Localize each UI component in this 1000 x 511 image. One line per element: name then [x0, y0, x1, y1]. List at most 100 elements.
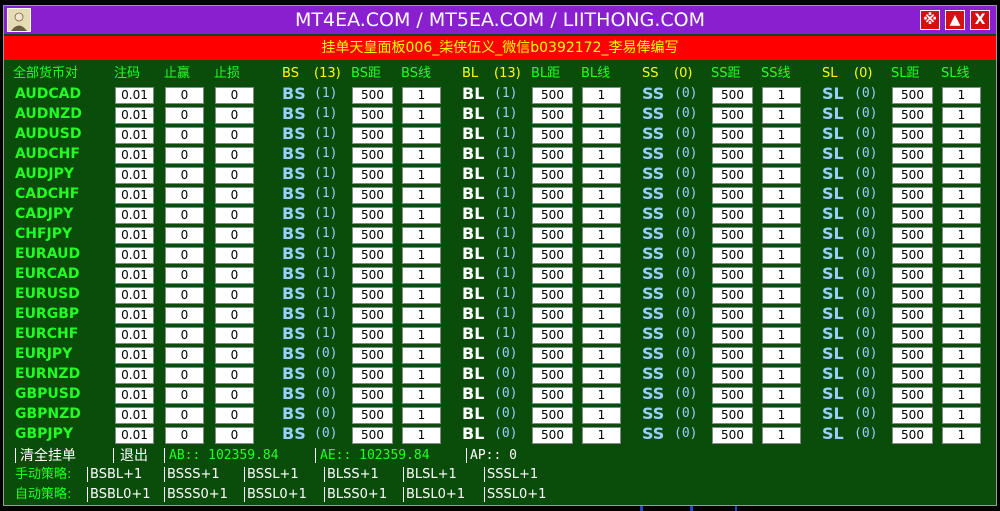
sl-button[interactable]: SL — [822, 206, 844, 222]
bs-button[interactable]: BS — [282, 366, 306, 382]
bs-distance-input[interactable]: 500 — [352, 407, 393, 424]
take-profit-input[interactable]: 0 — [165, 287, 204, 304]
bl-button[interactable]: BL — [462, 166, 484, 182]
bs-line-input[interactable]: 1 — [402, 187, 441, 204]
sl-distance-input[interactable]: 500 — [892, 187, 933, 204]
sl-distance-input[interactable]: 500 — [892, 387, 933, 404]
ss-distance-input[interactable]: 500 — [712, 187, 753, 204]
ss-distance-input[interactable]: 500 — [712, 147, 753, 164]
auto-strategy-button[interactable]: BSSS0+1 — [167, 487, 228, 503]
take-profit-input[interactable]: 0 — [165, 147, 204, 164]
take-profit-input[interactable]: 0 — [165, 367, 204, 384]
manual-strategy-button[interactable]: BLSL+1 — [406, 467, 457, 483]
stop-loss-input[interactable]: 0 — [215, 227, 254, 244]
bs-distance-input[interactable]: 500 — [352, 367, 393, 384]
stop-loss-input[interactable]: 0 — [215, 127, 254, 144]
bl-button[interactable]: BL — [462, 286, 484, 302]
bs-distance-input[interactable]: 500 — [352, 87, 393, 104]
bs-button[interactable]: BS — [282, 406, 306, 422]
bs-distance-input[interactable]: 500 — [352, 167, 393, 184]
ss-button[interactable]: SS — [642, 406, 664, 422]
bl-distance-input[interactable]: 500 — [532, 247, 573, 264]
auto-strategy-button[interactable]: BLSL0+1 — [406, 487, 465, 503]
bs-distance-input[interactable]: 500 — [352, 107, 393, 124]
bl-line-input[interactable]: 1 — [582, 407, 621, 424]
ss-distance-input[interactable]: 500 — [712, 227, 753, 244]
lot-input[interactable]: 0.01 — [115, 407, 154, 424]
stop-loss-input[interactable]: 0 — [215, 187, 254, 204]
bl-line-input[interactable]: 1 — [582, 187, 621, 204]
sl-line-input[interactable]: 1 — [942, 227, 981, 244]
bl-line-input[interactable]: 1 — [582, 87, 621, 104]
bs-button[interactable]: BS — [282, 86, 306, 102]
ss-distance-input[interactable]: 500 — [712, 267, 753, 284]
take-profit-input[interactable]: 0 — [165, 187, 204, 204]
bs-line-input[interactable]: 1 — [402, 207, 441, 224]
bl-line-input[interactable]: 1 — [582, 107, 621, 124]
ss-line-input[interactable]: 1 — [762, 407, 801, 424]
sl-button[interactable]: SL — [822, 246, 844, 262]
take-profit-input[interactable]: 0 — [165, 167, 204, 184]
auto-strategy-button[interactable]: SSSL0+1 — [487, 487, 546, 503]
bs-distance-input[interactable]: 500 — [352, 127, 393, 144]
bs-line-input[interactable]: 1 — [402, 247, 441, 264]
sl-button[interactable]: SL — [822, 346, 844, 362]
bl-line-input[interactable]: 1 — [582, 207, 621, 224]
sl-distance-input[interactable]: 500 — [892, 407, 933, 424]
sl-line-input[interactable]: 1 — [942, 127, 981, 144]
bl-line-input[interactable]: 1 — [582, 127, 621, 144]
ss-distance-input[interactable]: 500 — [712, 427, 753, 444]
sl-distance-input[interactable]: 500 — [892, 267, 933, 284]
auto-strategy-button[interactable]: BLSS0+1 — [327, 487, 387, 503]
take-profit-input[interactable]: 0 — [165, 247, 204, 264]
sl-distance-input[interactable]: 500 — [892, 347, 933, 364]
bs-line-input[interactable]: 1 — [402, 227, 441, 244]
bl-distance-input[interactable]: 500 — [532, 367, 573, 384]
ss-button[interactable]: SS — [642, 206, 664, 222]
bs-line-input[interactable]: 1 — [402, 127, 441, 144]
bs-line-input[interactable]: 1 — [402, 167, 441, 184]
lot-input[interactable]: 0.01 — [115, 207, 154, 224]
bl-button[interactable]: BL — [462, 226, 484, 242]
sl-distance-input[interactable]: 500 — [892, 427, 933, 444]
minimize-button[interactable]: ▲ — [945, 10, 965, 30]
sl-line-input[interactable]: 1 — [942, 247, 981, 264]
ss-button[interactable]: SS — [642, 386, 664, 402]
sl-distance-input[interactable]: 500 — [892, 227, 933, 244]
bl-line-input[interactable]: 1 — [582, 287, 621, 304]
ss-button[interactable]: SS — [642, 86, 664, 102]
lot-input[interactable]: 0.01 — [115, 387, 154, 404]
bs-button[interactable]: BS — [282, 346, 306, 362]
bs-line-input[interactable]: 1 — [402, 287, 441, 304]
bs-button[interactable]: BS — [282, 286, 306, 302]
ss-line-input[interactable]: 1 — [762, 327, 801, 344]
sl-line-input[interactable]: 1 — [942, 87, 981, 104]
stop-loss-input[interactable]: 0 — [215, 247, 254, 264]
ss-button[interactable]: SS — [642, 246, 664, 262]
bs-button[interactable]: BS — [282, 186, 306, 202]
bl-distance-input[interactable]: 500 — [532, 327, 573, 344]
manual-strategy-button[interactable]: BLSS+1 — [327, 467, 379, 483]
settings-button[interactable]: ※ — [920, 10, 940, 30]
sl-button[interactable]: SL — [822, 166, 844, 182]
bs-line-input[interactable]: 1 — [402, 107, 441, 124]
bs-button[interactable]: BS — [282, 266, 306, 282]
bl-line-input[interactable]: 1 — [582, 227, 621, 244]
manual-strategy-button[interactable]: BSBL+1 — [90, 467, 142, 483]
ss-line-input[interactable]: 1 — [762, 167, 801, 184]
ss-line-input[interactable]: 1 — [762, 187, 801, 204]
ss-distance-input[interactable]: 500 — [712, 247, 753, 264]
lot-input[interactable]: 0.01 — [115, 107, 154, 124]
take-profit-input[interactable]: 0 — [165, 87, 204, 104]
lot-input[interactable]: 0.01 — [115, 87, 154, 104]
bl-distance-input[interactable]: 500 — [532, 107, 573, 124]
sl-button[interactable]: SL — [822, 106, 844, 122]
bs-line-input[interactable]: 1 — [402, 387, 441, 404]
sl-distance-input[interactable]: 500 — [892, 147, 933, 164]
ss-line-input[interactable]: 1 — [762, 287, 801, 304]
ss-distance-input[interactable]: 500 — [712, 347, 753, 364]
bl-distance-input[interactable]: 500 — [532, 87, 573, 104]
stop-loss-input[interactable]: 0 — [215, 347, 254, 364]
bs-distance-input[interactable]: 500 — [352, 227, 393, 244]
sl-distance-input[interactable]: 500 — [892, 87, 933, 104]
